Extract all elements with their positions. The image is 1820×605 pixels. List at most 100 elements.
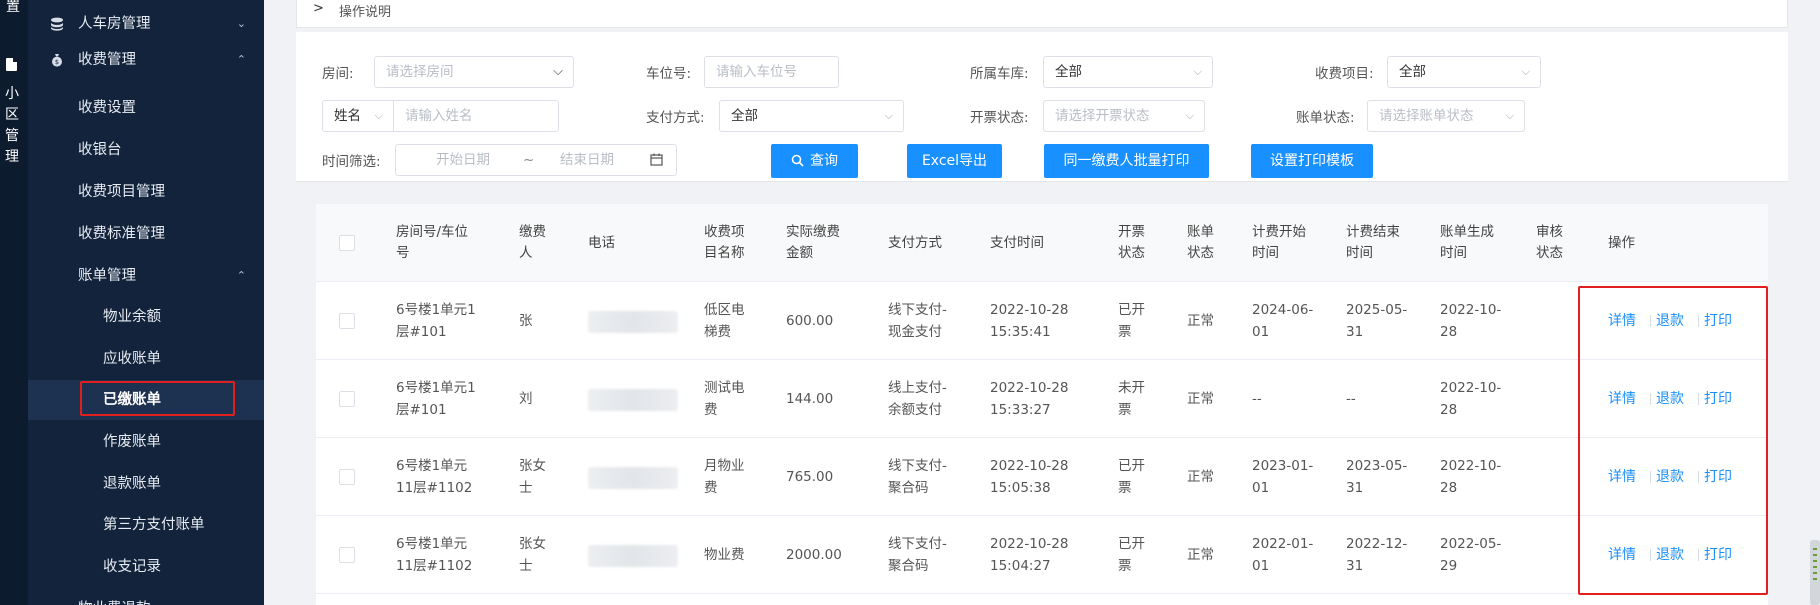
space-input[interactable]: 请输入车位号	[704, 56, 839, 88]
query-button[interactable]: 查询	[771, 144, 858, 178]
calendar-icon	[650, 153, 663, 166]
header-room: 房间号/车位号	[396, 224, 469, 261]
sidebar-item-receivable[interactable]: 应收账单	[28, 339, 264, 379]
sidebar-item-label: 物业费退款	[78, 589, 151, 605]
phone-redacted	[588, 545, 678, 567]
garage-label: 所属车库:	[970, 66, 1029, 82]
cell-end: --	[1346, 391, 1356, 407]
time-filter-label: 时间筛选:	[322, 154, 381, 170]
row-checkbox[interactable]	[339, 313, 355, 329]
filter-panel: 房间: 请选择房间 ⌵ 车位号: 请输入车位号 所属车库: 全部 ⌵ 收费项目:…	[296, 32, 1788, 182]
module-rail: 置 小区管理	[0, 0, 28, 605]
sidebar-item-bills[interactable]: 账单管理 ⌃	[28, 256, 264, 296]
header-pay-method: 支付方式	[888, 235, 942, 251]
sidebar-item-fees[interactable]: $ 收费管理 ⌃	[28, 40, 264, 80]
fee-item-value: 全部	[1399, 64, 1426, 80]
header-operations: 操作	[1608, 235, 1635, 251]
invoice-select[interactable]: 请选择开票状态 ⌵	[1043, 100, 1205, 132]
header-end: 计费结束 时间	[1346, 224, 1400, 261]
pay-method-label: 支付方式:	[646, 110, 705, 126]
cell-start: 2023-01- 01	[1252, 458, 1314, 496]
pay-method-select[interactable]: 全部 ⌵	[719, 100, 904, 132]
header-payer: 缴费人	[519, 224, 546, 261]
bill-status-select[interactable]: 请选择账单状态 ⌵	[1367, 100, 1525, 132]
row-checkbox[interactable]	[339, 547, 355, 563]
sidebar-item-label: 作废账单	[103, 434, 161, 450]
cell-bill-status: 正常	[1187, 547, 1214, 563]
date-separator: ~	[523, 152, 535, 168]
sidebar-item-vehicles[interactable]: 人车房管理 ⌄	[28, 4, 264, 44]
sidebar-item-refund-bills[interactable]: 退款账单	[28, 464, 264, 504]
select-all-checkbox[interactable]	[339, 235, 355, 251]
sidebar-item-fee-settings[interactable]: 收费设置	[28, 88, 264, 128]
cell-end: 2022-12- 31	[1346, 536, 1408, 574]
cell-start: 2022-01- 01	[1252, 536, 1314, 574]
sidebar-item-label: 收费管理	[78, 52, 136, 68]
cell-amount: 765.00	[786, 469, 834, 485]
instructions-bar[interactable]: > 操作说明	[296, 0, 1788, 28]
sidebar-item-label: 人车房管理	[78, 16, 151, 32]
header-pay-time: 支付时间	[990, 235, 1044, 251]
name-type-select[interactable]: 姓名 ⌵	[322, 100, 394, 132]
rail-module-label[interactable]: 小区管理	[5, 84, 21, 168]
header-amount: 实际缴费 金额	[786, 224, 840, 261]
cell-bill-status: 正常	[1187, 313, 1214, 329]
sidebar-item-balance[interactable]: 物业余额	[28, 297, 264, 337]
fee-item-select[interactable]: 全部 ⌵	[1387, 56, 1541, 88]
sidebar-item-label: 收费设置	[78, 100, 136, 116]
sidebar-item-label: 物业余额	[103, 309, 161, 325]
start-date-placeholder: 开始日期	[436, 152, 490, 168]
sidebar-item-label: 第三方支付账单	[103, 517, 205, 533]
table-row: 6号楼1单元 11层#1102 张女士 月物业费 765.00 线下支付- 聚合码 …	[316, 438, 1768, 516]
cell-pay-method: 线下支付- 聚合码	[888, 458, 947, 496]
cell-generated: 2022-05- 29	[1440, 536, 1502, 574]
row-checkbox[interactable]	[339, 391, 355, 407]
cell-invoice: 已开票	[1118, 458, 1145, 496]
cell-payer: 刘	[519, 391, 533, 407]
header-audit: 审核 状态	[1536, 224, 1563, 261]
phone-redacted	[588, 389, 678, 411]
room-select[interactable]: 请选择房间 ⌵	[374, 56, 574, 88]
cell-payer: 张女士	[519, 536, 546, 574]
chevron-down-icon: ⌵	[1505, 109, 1514, 122]
name-input[interactable]: 请输入姓名	[393, 100, 559, 132]
app-root: 置 小区管理 人车房管理 ⌄ $ 收费管理 ⌃ 收费设置 收银台 收费项目管理 …	[0, 0, 1820, 605]
phone-redacted	[588, 467, 678, 489]
window-scrollbar[interactable]	[1810, 540, 1820, 605]
chevron-down-icon: ⌵	[884, 109, 893, 122]
cell-pay-time: 2022-10-28 15:33:27	[990, 380, 1069, 418]
print-template-button[interactable]: 设置打印模板	[1251, 144, 1373, 178]
chevron-down-icon: ⌵	[553, 64, 563, 79]
cell-pay-time: 2022-10-28 15:05:38	[990, 458, 1069, 496]
row-checkbox[interactable]	[339, 469, 355, 485]
cell-pay-method: 线上支付- 余额支付	[888, 380, 947, 418]
cell-start: --	[1252, 391, 1262, 407]
sidebar-item-fee-items[interactable]: 收费项目管理	[28, 172, 264, 212]
instructions-label: 操作说明	[339, 5, 392, 20]
cell-bill-status: 正常	[1187, 391, 1214, 407]
cell-payer: 张	[519, 313, 533, 329]
sidebar-item-cashier[interactable]: 收银台	[28, 130, 264, 170]
search-icon	[791, 154, 804, 167]
sidebar-item-cut-off[interactable]: 物业费退款	[28, 589, 264, 605]
sidebar-item-records[interactable]: 收支记录	[28, 547, 264, 587]
garage-value: 全部	[1055, 64, 1082, 80]
money-bag-icon: $	[52, 54, 62, 67]
chevron-down-icon: ⌄	[236, 17, 246, 30]
table-row: 6号楼1单元1 层#101 张 低区电 梯费 600.00 线下支付- 现金支付 20…	[316, 282, 1768, 360]
batch-print-button[interactable]: 同一缴费人批量打印	[1044, 144, 1209, 178]
cell-amount: 600.00	[786, 313, 834, 329]
date-range-picker[interactable]: 开始日期 ~ 结束日期	[395, 144, 677, 176]
sidebar-item-label: 收支记录	[103, 559, 161, 575]
phone-redacted	[588, 311, 678, 333]
sidebar-item-fee-standards[interactable]: 收费标准管理	[28, 214, 264, 254]
header-generated: 账单生成 时间	[1440, 224, 1494, 261]
pay-method-value: 全部	[731, 108, 758, 124]
garage-select[interactable]: 全部 ⌵	[1043, 56, 1213, 88]
sidebar-item-third-party[interactable]: 第三方支付账单	[28, 505, 264, 545]
cell-end: 2025-05- 31	[1346, 302, 1408, 340]
sidebar-item-void-bills[interactable]: 作废账单	[28, 422, 264, 462]
excel-export-button[interactable]: Excel导出	[907, 144, 1002, 178]
room-label: 房间:	[322, 66, 354, 82]
cell-room: 6号楼1单元1 层#101	[396, 302, 476, 340]
